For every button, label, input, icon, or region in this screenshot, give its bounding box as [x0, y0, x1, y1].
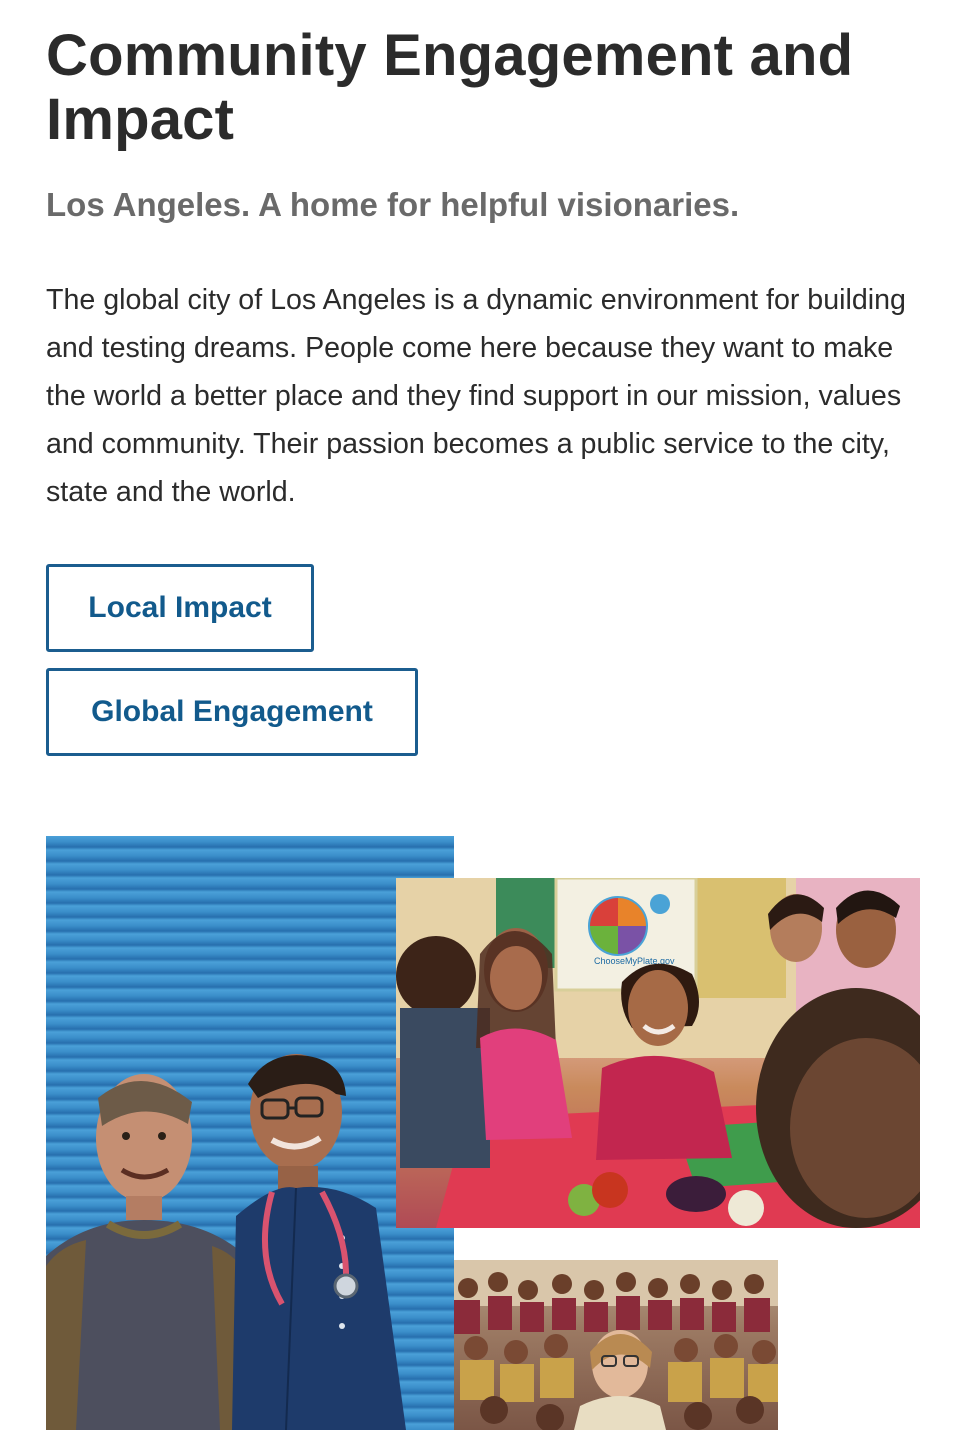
local-impact-button[interactable]: Local Impact [46, 564, 314, 652]
page-title: Community Engagement and Impact [46, 23, 854, 152]
global-engagement-button[interactable]: Global Engagement [46, 668, 418, 756]
page-subtitle: Los Angeles. A home for helpful visionar… [46, 186, 740, 223]
poster-caption: ChooseMyPlate.gov [594, 956, 675, 966]
photo-children-group [454, 1260, 778, 1430]
photo-doctor-and-patient [46, 836, 454, 1430]
photo-classroom-nutrition: ChooseMyPlate.gov [396, 878, 920, 1228]
intro-paragraph: The global city of Los Angeles is a dyna… [46, 284, 906, 508]
